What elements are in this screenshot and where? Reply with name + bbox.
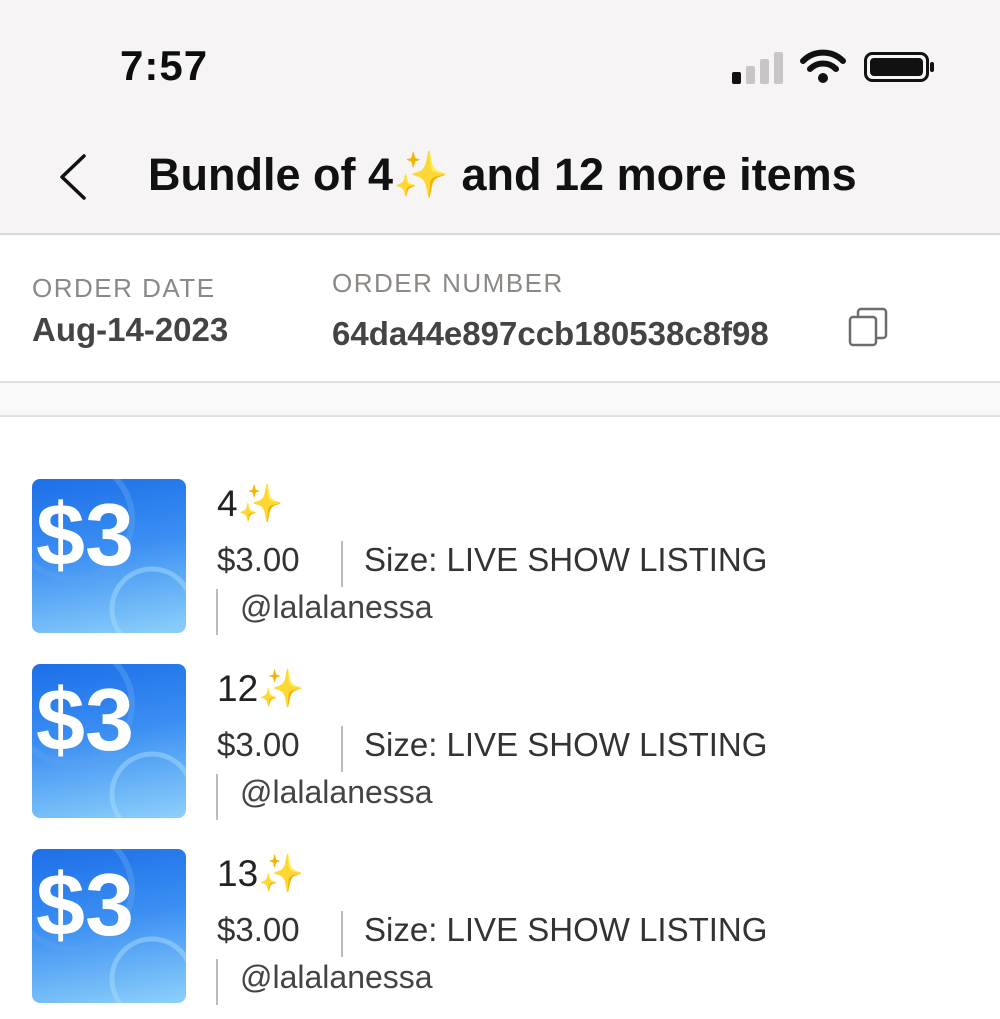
status-time: 7:57 bbox=[120, 42, 209, 89]
battery-icon bbox=[864, 52, 934, 82]
list-item[interactable]: $3 4✨ $3.00 Size: LIVE SHOW LISTING @lal… bbox=[0, 479, 1000, 649]
order-date-value: Aug-14-2023 bbox=[32, 311, 229, 348]
item-title: 13✨ bbox=[217, 853, 305, 894]
item-size: Size: LIVE SHOW LISTING bbox=[364, 911, 768, 948]
separator bbox=[216, 589, 218, 635]
page-title: Bundle of 4✨ and 12 more items bbox=[148, 149, 857, 200]
item-size: Size: LIVE SHOW LISTING bbox=[364, 726, 768, 763]
item-seller[interactable]: @lalalanessa bbox=[240, 959, 433, 996]
cellular-signal-icon bbox=[732, 52, 783, 84]
navigation-header: Bundle of 4✨ and 12 more items bbox=[0, 130, 1000, 235]
item-thumbnail[interactable]: $3 bbox=[32, 664, 186, 818]
list-item[interactable]: $3 12✨ $3.00 Size: LIVE SHOW LISTING @la… bbox=[0, 664, 1000, 834]
item-title: 12✨ bbox=[217, 668, 305, 709]
separator bbox=[216, 959, 218, 1005]
order-info-section: ORDER DATE Aug-14-2023 ORDER NUMBER 64da… bbox=[0, 235, 1000, 383]
status-bar: 7:57 bbox=[0, 0, 1000, 130]
thumb-text: $3 bbox=[36, 670, 134, 769]
back-button[interactable] bbox=[50, 152, 100, 202]
separator bbox=[341, 911, 343, 957]
order-number-value: 64da44e897ccb180538c8f98 bbox=[332, 315, 769, 352]
thumb-text: $3 bbox=[36, 485, 134, 584]
item-price: $3.00 bbox=[217, 541, 300, 578]
order-date-label: ORDER DATE bbox=[32, 273, 216, 303]
item-title: 4✨ bbox=[217, 483, 284, 524]
item-thumbnail[interactable]: $3 bbox=[32, 849, 186, 1003]
item-price: $3.00 bbox=[217, 726, 300, 763]
separator bbox=[341, 726, 343, 772]
item-seller[interactable]: @lalalanessa bbox=[240, 589, 433, 626]
item-thumbnail[interactable]: $3 bbox=[32, 479, 186, 633]
thumb-text: $3 bbox=[36, 855, 134, 954]
wifi-icon bbox=[800, 49, 846, 83]
list-item[interactable]: $3 13✨ $3.00 Size: LIVE SHOW LISTING @la… bbox=[0, 849, 1000, 1019]
separator bbox=[216, 774, 218, 820]
item-price: $3.00 bbox=[217, 911, 300, 948]
order-number-label: ORDER NUMBER bbox=[332, 268, 564, 298]
item-size: Size: LIVE SHOW LISTING bbox=[364, 541, 768, 578]
separator bbox=[341, 541, 343, 587]
copy-icon[interactable] bbox=[846, 307, 890, 349]
chevron-left-icon bbox=[60, 154, 86, 200]
item-seller[interactable]: @lalalanessa bbox=[240, 774, 433, 811]
section-divider bbox=[0, 383, 1000, 417]
